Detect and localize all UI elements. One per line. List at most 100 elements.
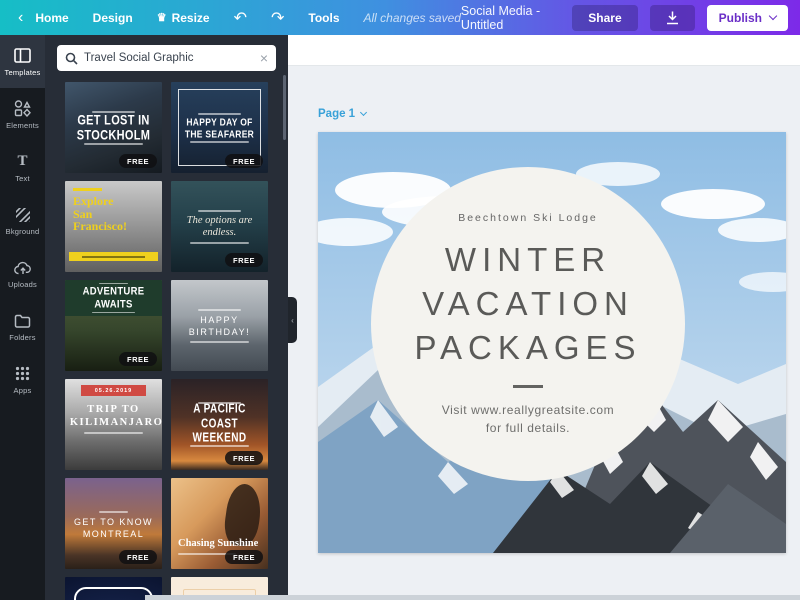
sidebar-label: Uploads (8, 280, 37, 289)
template-title: HAPPY DAY OF THE SEAFARER (182, 116, 258, 140)
template-grid: GET LOST IN STOCKHOLM FREE HAPPY DAY OF … (65, 82, 268, 600)
search-icon (65, 52, 78, 65)
upload-cloud-icon (14, 259, 32, 277)
design-text-block[interactable]: Beechtown Ski Lodge WINTER VACATION PACK… (370, 166, 686, 482)
template-title: GET TO KNOW MONTREAL (65, 516, 162, 540)
search-box[interactable]: × (57, 45, 276, 71)
top-bar: ‹ Home Design ♛ Resize ↶ ↷ Tools All cha… (0, 0, 800, 35)
design-title-line[interactable]: VACATION (422, 282, 634, 326)
sidebar-label: Text (15, 174, 30, 183)
template-thumbnail-seafarer[interactable]: HAPPY DAY OF THE SEAFARER FREE (171, 82, 268, 173)
elements-icon (14, 100, 32, 118)
page-label-text: Page 1 (318, 108, 355, 120)
publish-label: Publish (719, 11, 762, 25)
decorative-caption (99, 511, 128, 513)
redo-icon[interactable]: ↷ (271, 8, 284, 28)
sidebar-label: Templates (5, 68, 41, 77)
canva-editor: ‹ Home Design ♛ Resize ↶ ↷ Tools All cha… (0, 0, 800, 600)
decorative-caption (190, 242, 248, 244)
templates-icon (14, 47, 32, 65)
sidebar-item-elements[interactable]: Elements (0, 88, 45, 141)
sidebar-label: Bkground (6, 227, 40, 236)
free-badge: FREE (225, 451, 263, 465)
back-icon[interactable]: ‹ (18, 10, 23, 26)
sidebar-item-bkground[interactable]: Bkground (0, 194, 45, 247)
design-kicker-text[interactable]: Beechtown Ski Lodge (458, 212, 598, 224)
design-page[interactable]: Beechtown Ski Lodge WINTER VACATION PACK… (318, 132, 786, 553)
template-title: HAPPY BIRTHDAY! (171, 314, 268, 338)
free-badge: FREE (225, 550, 263, 564)
resize-menu[interactable]: ♛ Resize (157, 11, 210, 25)
decorative-caption (92, 312, 136, 313)
panel-collapse-handle[interactable]: ‹ (288, 297, 297, 343)
save-status: All changes saved (364, 11, 461, 25)
side-rail: Templates Elements T Text Bkground (0, 35, 45, 600)
template-thumbnail-stockholm[interactable]: GET LOST IN STOCKHOLM FREE (65, 82, 162, 173)
template-thumbnail-options-endless[interactable]: The options are endless. FREE (171, 181, 268, 272)
template-thumbnail-montreal[interactable]: GET TO KNOW MONTREAL FREE (65, 478, 162, 569)
template-thumbnail-san-francisco[interactable]: Explore San Francisco! (65, 181, 162, 272)
decorative-banner (69, 252, 158, 261)
templates-panel: × GET LOST IN STOCKHOLM FREE HAPPY DAY O… (45, 35, 288, 600)
template-thumbnail-happy-birthday[interactable]: HAPPY BIRTHDAY! (171, 280, 268, 371)
sidebar-item-templates[interactable]: Templates (0, 35, 45, 88)
apps-grid-icon (14, 365, 32, 383)
free-badge: FREE (119, 550, 157, 564)
share-label: Share (588, 11, 621, 25)
free-badge: FREE (119, 154, 157, 168)
background-icon (14, 206, 32, 224)
download-icon (666, 11, 679, 25)
sidebar-item-text[interactable]: T Text (0, 141, 45, 194)
window-bottom-edge (145, 595, 800, 600)
panel-scrollbar[interactable] (283, 75, 286, 140)
free-badge: FREE (225, 253, 263, 267)
design-title-line[interactable]: PACKAGES (414, 326, 641, 370)
context-toolbar (288, 35, 800, 66)
document-title[interactable]: Social Media - Untitled (461, 4, 550, 32)
sidebar-label: Folders (9, 333, 35, 342)
search-input[interactable] (84, 52, 254, 64)
text-icon: T (14, 153, 32, 171)
home-button[interactable]: Home (35, 11, 68, 25)
date-banner: 05.26.2019 (81, 385, 147, 396)
decorative-caption (198, 309, 242, 311)
sidebar-item-apps[interactable]: Apps (0, 353, 45, 406)
design-menu[interactable]: Design (93, 11, 133, 25)
template-thumbnail-pacific-coast[interactable]: A PACIFIC COAST WEEKEND FREE (171, 379, 268, 470)
template-thumbnail-adventure-awaits[interactable]: ADVENTURE AWAITS FREE (65, 280, 162, 371)
folder-icon (14, 312, 32, 330)
design-footer-line[interactable]: for full details. (486, 419, 570, 437)
template-thumbnail-kilimanjaro[interactable]: 05.26.2019 TRIP TO KILIMANJARO (65, 379, 162, 470)
decorative-caption (73, 188, 102, 191)
resize-label: Resize (172, 11, 210, 25)
clear-search-icon[interactable]: × (260, 51, 268, 65)
free-badge: FREE (119, 352, 157, 366)
publish-button[interactable]: Publish (707, 5, 788, 31)
template-title: TRIP TO KILIMANJARO (70, 403, 157, 429)
template-title: ADVENTURE AWAITS (65, 285, 162, 311)
download-button[interactable] (650, 5, 695, 31)
template-title: Explore San Francisco! (73, 195, 131, 233)
page-selector[interactable]: Page 1 (318, 108, 366, 120)
decorative-frame (74, 587, 153, 600)
template-title: The options are endless. (181, 215, 259, 239)
canvas-area: ‹ Page 1 (288, 35, 800, 600)
decorative-caption (198, 210, 242, 212)
design-divider (513, 385, 543, 388)
sidebar-item-folders[interactable]: Folders (0, 300, 45, 353)
template-title: GET LOST IN STOCKHOLM (72, 113, 155, 143)
free-badge: FREE (225, 154, 263, 168)
share-button[interactable]: Share (572, 5, 637, 31)
template-title: A PACIFIC COAST WEEKEND (179, 403, 260, 446)
tools-menu[interactable]: Tools (308, 11, 339, 25)
sidebar-item-uploads[interactable]: Uploads (0, 247, 45, 300)
sidebar-label: Elements (6, 121, 39, 130)
design-footer-line[interactable]: Visit www.reallygreatsite.com (442, 401, 615, 419)
template-title: Chasing Sunshine (178, 538, 258, 549)
design-title-line[interactable]: WINTER (445, 238, 611, 282)
undo-icon[interactable]: ↶ (234, 8, 247, 28)
decorative-caption (84, 432, 142, 434)
decorative-caption (190, 341, 248, 343)
sidebar-label: Apps (14, 386, 32, 395)
template-thumbnail-chasing-sunshine[interactable]: Chasing Sunshine FREE (171, 478, 268, 569)
